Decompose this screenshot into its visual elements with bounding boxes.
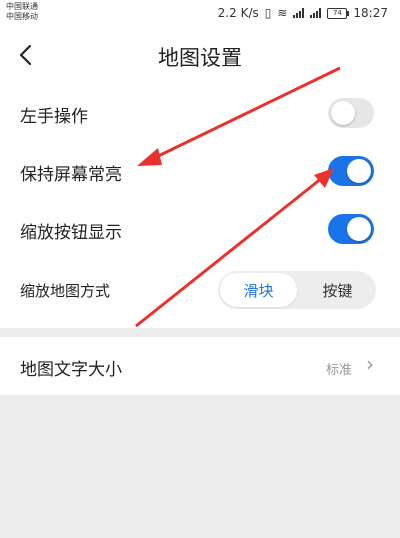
- zoom-method-slider-option[interactable]: 滑块: [220, 273, 297, 307]
- text-size-value: 标准: [325, 363, 352, 378]
- setting-label: 缩放按钮显示: [20, 223, 122, 243]
- toggle-knob: [347, 159, 371, 183]
- wifi-icon: ≋: [277, 6, 288, 20]
- status-bar: 中国联通 中国移动 2.2 K/s ▯ ≋ 74 18:27: [0, 0, 400, 28]
- zoom-buttons-toggle[interactable]: [328, 214, 374, 244]
- setting-left-hand: 左手操作: [0, 84, 400, 144]
- settings-group: 左手操作 保持屏幕常亮 缩放按钮显示 缩放地图方式 滑块 按键: [0, 84, 400, 328]
- zoom-method-button-option[interactable]: 按键: [299, 271, 376, 309]
- toggle-knob: [347, 217, 371, 241]
- page-title: 地图设置: [158, 46, 242, 70]
- vibrate-icon: ▯: [264, 6, 272, 20]
- setting-text-size[interactable]: 地图文字大小 标准 ›: [0, 337, 400, 395]
- clock: 18:27: [353, 6, 388, 20]
- setting-label: 缩放地图方式: [20, 282, 111, 300]
- toggle-knob: [331, 101, 355, 125]
- setting-label: 地图文字大小: [20, 360, 122, 380]
- status-icons: 2.2 K/s ▯ ≋ 74 18:27: [218, 6, 388, 20]
- battery-icon: 74: [327, 7, 350, 19]
- settings-group-2: 地图文字大小 标准 ›: [0, 337, 400, 395]
- carrier-info: 中国联通 中国移动: [6, 2, 38, 22]
- setting-zoom-method: 缩放地图方式 滑块 按键: [0, 260, 400, 320]
- network-speed: 2.2 K/s: [217, 6, 259, 20]
- signal-icon-2: [310, 8, 322, 18]
- zoom-method-segmented-control: 滑块 按键: [218, 271, 376, 309]
- setting-label: 左手操作: [20, 107, 88, 127]
- chevron-right-icon: ›: [366, 352, 374, 376]
- signal-icon: [293, 8, 305, 18]
- page-header: 地图设置: [0, 28, 400, 84]
- carrier-1: 中国联通: [6, 2, 38, 11]
- setting-keep-screen-on: 保持屏幕常亮: [0, 142, 400, 202]
- carrier-2: 中国移动: [6, 12, 38, 21]
- left-hand-toggle[interactable]: [328, 98, 374, 128]
- setting-zoom-buttons: 缩放按钮显示: [0, 200, 400, 260]
- keep-screen-on-toggle[interactable]: [328, 156, 374, 186]
- setting-label: 保持屏幕常亮: [20, 165, 122, 185]
